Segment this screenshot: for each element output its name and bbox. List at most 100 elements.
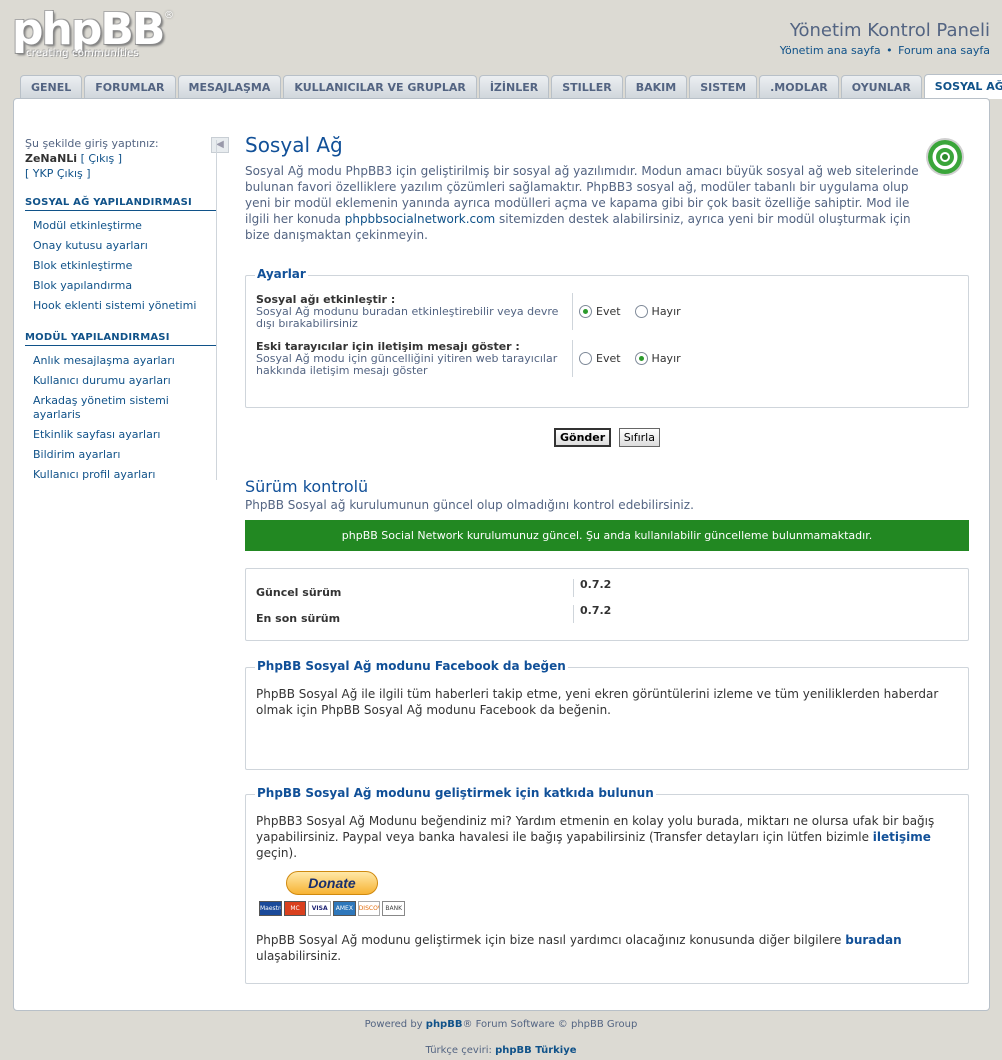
logged-in-label: Şu şekilde giriş yaptınız:: [25, 137, 159, 150]
sidebar-item-block-enable[interactable]: Blok etkinleştirme: [25, 256, 217, 276]
sidebar-item-confirm-box[interactable]: Onay kutusu ayarları: [25, 236, 217, 256]
tab-system[interactable]: SISTEM: [689, 75, 758, 99]
logo-registered-mark: ®: [164, 10, 174, 21]
version-check-title: Sürüm kontrolü: [245, 477, 369, 496]
sidebar-item-notifications[interactable]: Bildirim ayarları: [25, 445, 217, 465]
tab-general[interactable]: GENEL: [20, 75, 83, 99]
sidebar-item-hook-system[interactable]: Hook eklenti sistemi yönetimi: [25, 296, 217, 316]
version-fieldset: Güncel sürüm 0.7.2 En son sürüm 0.7.2: [245, 568, 969, 641]
contribute-footer-text: PhpBB Sosyal Ağ modunu geliştirmek için …: [256, 933, 902, 963]
donate-button[interactable]: Donate: [286, 871, 378, 895]
discover-icon: DISCOVER: [357, 901, 381, 916]
powered-by: Powered by phpBB® Forum Software © phpBB…: [364, 1019, 638, 1030]
sidebar-item-block-config[interactable]: Blok yapılandırma: [25, 276, 217, 296]
maestro-card-icon: Maestro: [259, 901, 282, 916]
tab-posting[interactable]: MESAJLAŞMA: [177, 75, 282, 99]
radio-checked-icon[interactable]: [579, 305, 592, 318]
tab-forums[interactable]: FORUMLAR: [84, 75, 176, 99]
visa-icon: VISA: [308, 901, 332, 916]
setting-description: Sosyal Ağ modu için güncelliğini yitiren…: [256, 352, 558, 377]
target-icon: [926, 138, 964, 176]
current-version-label: Güncel sürüm: [256, 579, 574, 599]
latest-version-row: En son sürüm 0.7.2: [246, 601, 968, 627]
setting-row-old-browser: Eski tarayıcılar için iletişim mesajı gö…: [246, 330, 968, 377]
content: Sosyal Ağ Sosyal Ağ modu PhpBB3 için gel…: [245, 133, 969, 984]
facebook-fieldset: PhpBB Sosyal Ağ modunu Facebook da beğen…: [245, 659, 969, 770]
latest-version-label: En son sürüm: [256, 605, 574, 625]
sidebar-menu: Anlık mesajlaşma ayarları Kullanıcı duru…: [25, 351, 217, 485]
logout-link[interactable]: [ Çıkış ]: [81, 152, 122, 165]
form-buttons: Gönder Sıfırla: [245, 428, 969, 447]
collapse-sidebar-icon[interactable]: ◀: [211, 137, 229, 153]
more-info-link[interactable]: buradan: [845, 933, 901, 947]
footer: Powered by phpBB® Forum Software © phpBB…: [0, 1017, 1002, 1059]
sidebar-item-user-profile[interactable]: Kullanıcı profil ayarları: [25, 465, 217, 485]
current-version-row: Güncel sürüm 0.7.2: [246, 575, 968, 601]
sidebar-item-module-enable[interactable]: Modül etkinleştirme: [25, 216, 217, 236]
bank-icon: BANK: [382, 901, 406, 916]
contribute-legend: PhpBB Sosyal Ağ modunu geliştirmek için …: [255, 786, 656, 800]
support-site-link[interactable]: phpbbsocialnetwork.com: [345, 212, 495, 226]
radio-enable-no[interactable]: Hayır: [634, 293, 681, 330]
setting-description: Sosyal Ağ modunu buradan etkinleştirebil…: [256, 305, 559, 330]
sidebar: Şu şekilde giriş yaptınız: ZeNaNLi [ Çık…: [25, 136, 229, 485]
intro-text: Sosyal Ağ modu PhpBB3 için geliştirilmiş…: [245, 164, 919, 242]
login-info: Şu şekilde giriş yaptınız: ZeNaNLi [ Çık…: [25, 136, 217, 181]
sidebar-section-title: MODÜL YAPILANDIRMASI: [25, 332, 217, 346]
radio-enable-yes[interactable]: Evet: [579, 293, 621, 330]
setting-row-enable: Sosyal ağı etkinleştir : Sosyal Ağ modun…: [246, 276, 968, 330]
paypal-donate: Donate Maestro MC VISA AMEX DISCOVER BAN…: [259, 871, 406, 916]
forum-index-link[interactable]: Forum ana sayfa: [898, 44, 990, 57]
sidebar-section-title: SOSYAL AĞ YAPILANDIRMASI: [25, 197, 217, 211]
acp-title: Yönetim Kontrol Paneli: [789, 20, 990, 41]
settings-fieldset: Ayarlar Sosyal ağı etkinleştir : Sosyal …: [245, 267, 969, 408]
tab-mods[interactable]: .MODLAR: [759, 75, 839, 99]
acp-index-link[interactable]: Yönetim ana sayfa: [780, 44, 881, 57]
page-title: Sosyal Ağ: [245, 133, 343, 157]
contribute-fieldset: PhpBB Sosyal Ağ modunu geliştirmek için …: [245, 786, 969, 984]
username: ZeNaNLi: [25, 152, 78, 165]
tab-social-network[interactable]: SOSYAL AĞ: [923, 74, 1002, 99]
version-status-banner: phpBB Social Network kurulumunuz güncel.…: [245, 520, 969, 551]
translation-credit: Türkçe çeviri: phpBB Türkiye: [425, 1045, 577, 1056]
payment-cards: Maestro MC VISA AMEX DISCOVER BANK: [259, 901, 406, 916]
sidebar-item-user-status[interactable]: Kullanıcı durumu ayarları: [25, 371, 217, 391]
tab-games[interactable]: OYUNLAR: [840, 75, 922, 99]
sidebar-menu: Modül etkinleştirme Onay kutusu ayarları…: [25, 216, 217, 316]
tab-maintenance[interactable]: BAKIM: [624, 75, 688, 99]
mastercard-icon: MC: [283, 901, 307, 916]
facebook-text: PhpBB Sosyal Ağ ile ilgili tüm haberleri…: [256, 687, 939, 717]
phpbb-turkiye-link[interactable]: phpBB Türkiye: [495, 1045, 576, 1056]
radio-old-browser-yes[interactable]: Evet: [579, 340, 621, 377]
main-panel: Şu şekilde giriş yaptınız: ZeNaNLi [ Çık…: [13, 98, 990, 1011]
current-version-value: 0.7.2: [580, 577, 612, 591]
bullet-separator: •: [886, 44, 893, 57]
sidebar-item-friends[interactable]: Arkadaş yönetim sistemi ayarlaris: [25, 391, 217, 425]
radio-checked-icon[interactable]: [634, 352, 648, 365]
version-check-desc: PhpBB Sosyal ağ kurulumunun güncel olup …: [245, 498, 694, 512]
tab-bar: GENEL FORUMLAR MESAJLAŞMA KULLANICILAR V…: [20, 74, 1002, 99]
settings-legend: Ayarlar: [255, 267, 308, 281]
tab-permissions[interactable]: İZİNLER: [478, 75, 550, 99]
acp-logout-link[interactable]: [ YKP Çıkış ]: [25, 167, 91, 180]
sidebar-item-activity-page[interactable]: Etkinlik sayfası ayarları: [25, 425, 217, 445]
sidebar-item-im-settings[interactable]: Anlık mesajlaşma ayarları: [25, 351, 217, 371]
submit-button[interactable]: Gönder: [554, 428, 612, 447]
facebook-legend: PhpBB Sosyal Ağ modunu Facebook da beğen: [255, 659, 568, 673]
contact-link[interactable]: iletişime: [873, 830, 931, 844]
contribute-text: PhpBB3 Sosyal Ağ Modunu beğendiniz mi? Y…: [256, 814, 935, 860]
reset-button[interactable]: Sıfırla: [618, 428, 660, 447]
radio-unchecked-icon[interactable]: [579, 352, 592, 365]
phpbb-logo: phpBB creating communities ®: [12, 4, 174, 64]
tab-styles[interactable]: STILLER: [551, 75, 623, 99]
radio-unchecked-icon[interactable]: [634, 305, 648, 318]
latest-version-value: 0.7.2: [580, 603, 612, 617]
radio-old-browser-no[interactable]: Hayır: [634, 340, 681, 377]
tab-users-groups[interactable]: KULLANICILAR VE GRUPLAR: [283, 75, 477, 99]
logo-wordmark: phpBB: [12, 4, 165, 55]
amex-icon: AMEX: [333, 901, 356, 916]
top-links: Yönetim ana sayfa • Forum ana sayfa: [780, 44, 990, 57]
logo-tagline: creating communities: [26, 48, 139, 59]
sidebar-divider: [216, 140, 217, 480]
phpbb-link[interactable]: phpBB: [426, 1019, 463, 1030]
